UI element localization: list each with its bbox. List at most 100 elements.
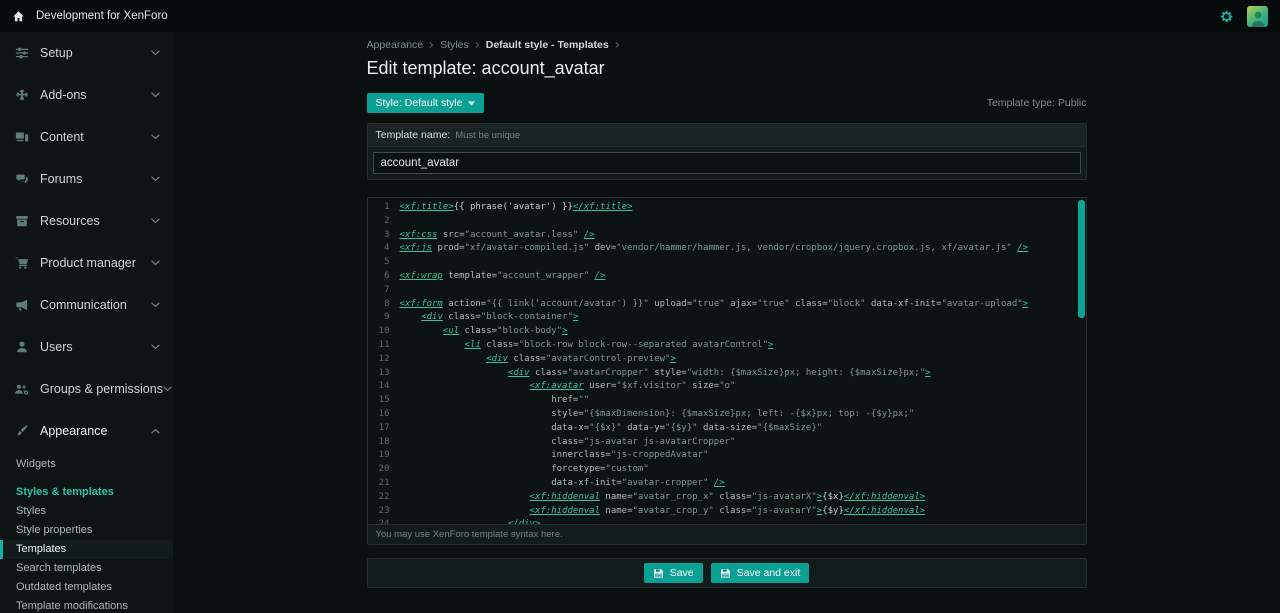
save-and-exit-button[interactable]: Save and exit bbox=[711, 563, 810, 583]
sidebar-item-label: Communication bbox=[40, 297, 151, 313]
chevron-right-icon bbox=[475, 41, 480, 49]
sidebar-item-communication[interactable]: Communication bbox=[0, 284, 173, 326]
chevron-down-icon bbox=[151, 344, 160, 350]
sidebar-subnav: Widgets Styles & templatesStylesStyle pro… bbox=[0, 452, 173, 613]
sidebar-item-outdated-templates[interactable]: Outdated templates bbox=[0, 578, 173, 597]
line-number: 9 bbox=[368, 311, 390, 325]
users-gear-icon bbox=[13, 383, 30, 396]
puzzle-icon bbox=[13, 88, 30, 102]
code-line bbox=[400, 256, 1074, 270]
sidebar-item-product-manager[interactable]: Product manager bbox=[0, 242, 173, 284]
sidebar-item-style-properties[interactable]: Style properties bbox=[0, 521, 173, 540]
chevron-down-icon bbox=[151, 218, 160, 224]
content-container: Appearance Styles Default style - Template… bbox=[367, 32, 1087, 588]
chevron-down-icon bbox=[163, 386, 172, 392]
save-button[interactable]: Save bbox=[644, 563, 703, 583]
breadcrumb: Appearance Styles Default style - Template… bbox=[367, 38, 1087, 51]
editor-scrollbar-thumb[interactable] bbox=[1078, 200, 1085, 318]
code-line: <xf:css src="account_avatar.less" /> bbox=[400, 229, 1074, 243]
line-number: 1 bbox=[368, 201, 390, 215]
sidebar-item-forums[interactable]: Forums bbox=[0, 158, 173, 200]
editor-hint: You may use XenForo template syntax here… bbox=[368, 524, 1086, 544]
breadcrumb-item[interactable]: Appearance bbox=[367, 39, 424, 51]
breadcrumb-item[interactable]: Styles bbox=[440, 39, 469, 51]
megaphone-icon bbox=[13, 298, 30, 312]
chevron-down-icon bbox=[151, 50, 160, 56]
template-name-header: Template name: Must be unique bbox=[368, 124, 1086, 147]
template-name-label: Template name: bbox=[376, 129, 451, 141]
code-line: data-x="{$x}" data-y="{$y}" data-size="{… bbox=[400, 422, 1074, 436]
sidebar-item-appearance[interactable]: Appearance bbox=[0, 410, 173, 452]
code-line: data-xf-init="avatar-cropper" /> bbox=[400, 477, 1074, 491]
sidebar-item-label: Resources bbox=[40, 213, 151, 229]
style-selector-button[interactable]: Style: Default style bbox=[367, 93, 485, 113]
user-avatar[interactable] bbox=[1247, 6, 1268, 27]
template-editor-block: 123456789101112131415161718192021222324 … bbox=[367, 197, 1087, 545]
code-line: innerclass="js-croppedAvatar" bbox=[400, 449, 1074, 463]
line-number: 16 bbox=[368, 408, 390, 422]
sidebar-item-content[interactable]: Content bbox=[0, 116, 173, 158]
sidebar-item-styles[interactable]: Styles bbox=[0, 502, 173, 521]
line-number: 21 bbox=[368, 477, 390, 491]
line-number: 12 bbox=[368, 353, 390, 367]
line-number: 13 bbox=[368, 367, 390, 381]
code-line bbox=[400, 284, 1074, 298]
line-number: 7 bbox=[368, 284, 390, 298]
sidebar-item-label: Users bbox=[40, 339, 151, 355]
code-line: <xf:title>{{ phrase('avatar') }}</xf:tit… bbox=[400, 201, 1074, 215]
template-type-label: Template type: Public bbox=[987, 97, 1087, 109]
sidebar-item-resources[interactable]: Resources bbox=[0, 200, 173, 242]
sidebar-item-search-templates[interactable]: Search templates bbox=[0, 559, 173, 578]
main-content: Appearance Styles Default style - Template… bbox=[173, 32, 1280, 613]
user-icon bbox=[13, 340, 30, 354]
line-number: 19 bbox=[368, 449, 390, 463]
sliders-icon bbox=[13, 46, 30, 60]
resources-icon bbox=[13, 214, 30, 228]
template-name-body bbox=[368, 147, 1086, 179]
code-line: <ul class="block-body"> bbox=[400, 325, 1074, 339]
chevron-right-icon bbox=[429, 41, 434, 49]
sidebar-item-add-ons[interactable]: Add-ons bbox=[0, 74, 173, 116]
line-number: 3 bbox=[368, 229, 390, 243]
template-name-input[interactable] bbox=[373, 152, 1081, 174]
sidebar-item-users[interactable]: Users bbox=[0, 326, 173, 368]
app-title[interactable]: Development for XenForo bbox=[36, 10, 168, 22]
save-icon bbox=[653, 568, 664, 579]
line-number: 4 bbox=[368, 242, 390, 256]
code-line: style="{$maxDimension}: {$maxSize}px; le… bbox=[400, 408, 1074, 422]
gears-icon[interactable] bbox=[1219, 9, 1234, 24]
code-line: <xf:avatar user="$xf.visitor" size="o" bbox=[400, 380, 1074, 394]
chevron-down-icon bbox=[151, 260, 160, 266]
sidebar-item-styles-templates[interactable]: Styles & templates bbox=[0, 483, 173, 502]
template-name-block: Template name: Must be unique bbox=[367, 123, 1087, 180]
line-number: 23 bbox=[368, 505, 390, 519]
chevron-down-icon bbox=[151, 302, 160, 308]
code-line: class="js-avatar js-avatarCropper" bbox=[400, 436, 1074, 450]
breadcrumb-item[interactable]: Default style - Templates bbox=[486, 39, 609, 51]
sidebar-item-label: Groups & permissions bbox=[40, 381, 163, 397]
sidebar-item-templates[interactable]: Templates bbox=[0, 540, 173, 559]
main-layout: Setup Add-ons Content Forums Resources Produc… bbox=[0, 32, 1280, 613]
sidebar-item-widgets[interactable]: Widgets bbox=[0, 455, 173, 474]
save-button-label: Save bbox=[670, 567, 694, 579]
sidebar-item-label: Content bbox=[40, 129, 151, 145]
sidebar-item-label: Add-ons bbox=[40, 87, 151, 103]
sidebar-item-setup[interactable]: Setup bbox=[0, 32, 173, 74]
template-name-hint: Must be unique bbox=[455, 130, 520, 141]
code-line: </div> bbox=[400, 518, 1074, 524]
save-and-exit-button-label: Save and exit bbox=[737, 567, 801, 579]
code-editor[interactable]: 123456789101112131415161718192021222324 … bbox=[368, 198, 1086, 524]
style-selector-label: Style: Default style bbox=[376, 97, 463, 109]
sidebar-item-template-modifications[interactable]: Template modifications bbox=[0, 597, 173, 613]
sidebar-item-groups-permissions[interactable]: Groups & permissions bbox=[0, 368, 173, 410]
editor-scrollbar[interactable] bbox=[1078, 200, 1085, 522]
code-line: <xf:hiddenval name="avatar_crop_x" class… bbox=[400, 491, 1074, 505]
caret-down-icon bbox=[468, 101, 475, 106]
editor-lines: <xf:title>{{ phrase('avatar') }}</xf:tit… bbox=[395, 198, 1086, 524]
code-line: href="" bbox=[400, 394, 1074, 408]
home-icon[interactable] bbox=[12, 10, 25, 23]
topbar-right bbox=[1219, 6, 1268, 27]
line-number: 17 bbox=[368, 422, 390, 436]
code-line: <xf:form action="{{ link('account/avatar… bbox=[400, 298, 1074, 312]
paintbrush-icon bbox=[13, 424, 30, 438]
